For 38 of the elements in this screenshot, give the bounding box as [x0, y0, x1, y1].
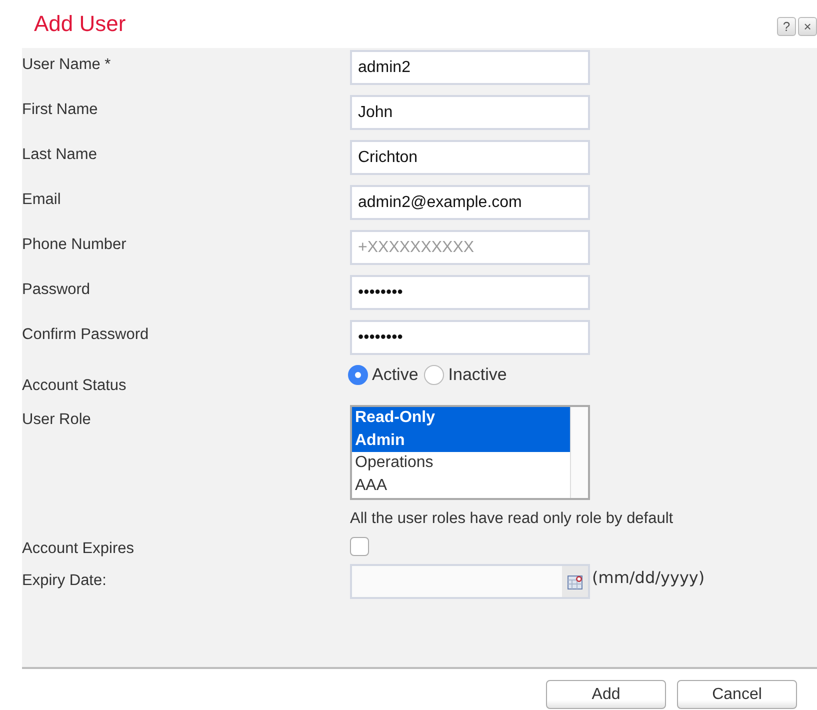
- field-label: Last Name: [22, 145, 98, 164]
- field-label: Expiry Date:: [22, 571, 108, 590]
- help-button[interactable]: ?: [777, 17, 796, 36]
- input-field[interactable]: admin2@example.com: [350, 185, 590, 220]
- input-field[interactable]: ••••••••: [350, 320, 590, 355]
- field-label: Password: [22, 280, 92, 299]
- help-text: All the user roles have read only role by default: [350, 510, 674, 528]
- calendar-icon[interactable]: [567, 574, 583, 590]
- field-label: Phone Number: [22, 235, 128, 254]
- scrollbar[interactable]: [570, 407, 588, 498]
- list-item[interactable]: Admin: [352, 430, 570, 452]
- add-button[interactable]: Add: [546, 680, 666, 709]
- field-label: Email: [22, 190, 62, 209]
- input-field[interactable]: Crichton: [350, 140, 590, 175]
- radio-label: Active: [372, 365, 418, 385]
- radio-button[interactable]: [348, 365, 368, 385]
- cancel-button[interactable]: Cancel: [677, 680, 797, 709]
- close-button[interactable]: ×: [798, 17, 817, 36]
- dialog-title: Add User: [34, 11, 126, 37]
- date-format-hint: (mm/dd/yyyy): [592, 568, 705, 587]
- field-label: Account Expires: [22, 539, 135, 558]
- field-label: Account Status: [22, 376, 128, 395]
- role-listbox[interactable]: Read-Only Admin Operations AAA: [350, 405, 590, 500]
- radio-button[interactable]: [424, 365, 444, 385]
- field-label: Confirm Password: [22, 325, 150, 344]
- radio-label: Inactive: [448, 365, 507, 385]
- list-item[interactable]: Read-Only: [352, 407, 570, 430]
- input-field[interactable]: ••••••••: [350, 275, 590, 310]
- field-label: User Name *: [22, 55, 112, 74]
- input-field[interactable]: admin2: [350, 50, 590, 85]
- field-label: User Role: [22, 410, 92, 429]
- date-field[interactable]: [350, 564, 590, 599]
- radio-option[interactable]: Inactive: [424, 365, 507, 385]
- checkbox[interactable]: [350, 537, 369, 556]
- radio-option[interactable]: Active: [348, 365, 418, 385]
- input-field[interactable]: +XXXXXXXXXX: [350, 230, 590, 265]
- input-field[interactable]: John: [350, 95, 590, 130]
- field-label: First Name: [22, 100, 99, 119]
